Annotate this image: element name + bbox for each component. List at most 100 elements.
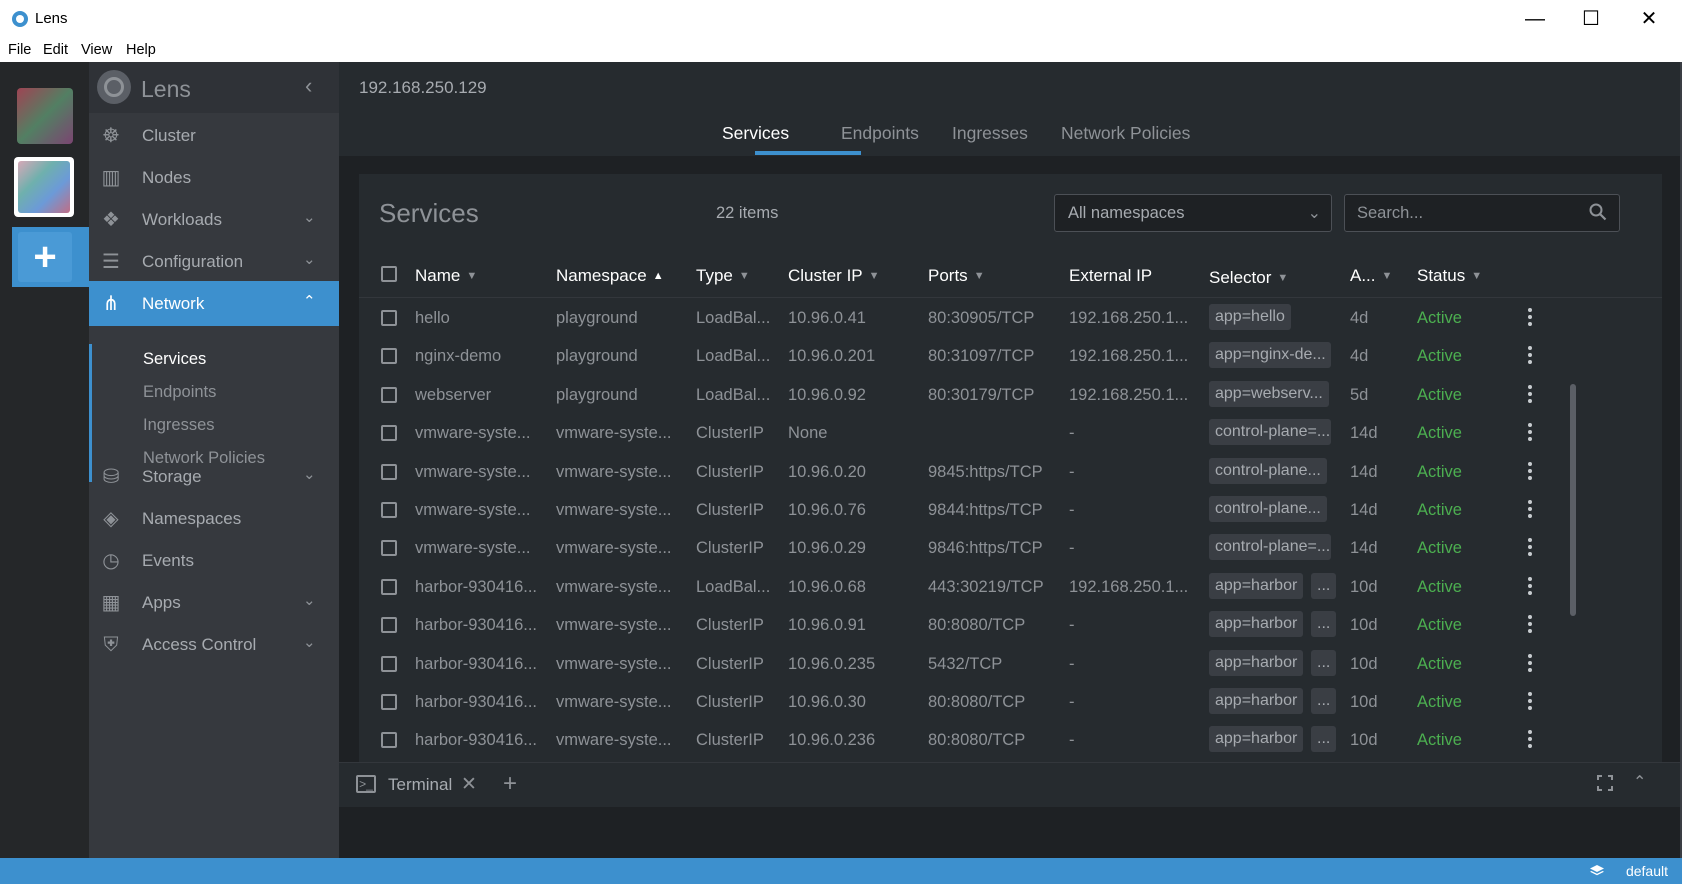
row-menu-icon[interactable] [1527,615,1533,635]
kube-context[interactable]: default [1626,863,1668,879]
row-checkbox[interactable] [381,694,397,710]
subnav-item-endpoints[interactable]: Endpoints [143,383,216,402]
sidebar-item-events[interactable]: ◷ Events [89,538,339,583]
row-checkbox[interactable] [381,655,397,672]
row-checkbox[interactable] [381,463,397,480]
subnav-item-network-policies[interactable]: Network Policies [143,449,265,468]
sidebar-item-configuration[interactable]: ☰ Configuration ⌄ [89,239,339,284]
search-input[interactable] [1345,195,1619,231]
chevron-down-icon[interactable]: ⌄ [303,633,316,651]
table-row[interactable]: harbor-930416... vmware-syste... ClusterIP… [359,720,1662,760]
chevron-down-icon[interactable]: ⌄ [303,250,316,268]
row-checkbox[interactable] [381,425,397,442]
active-tab-indicator [755,151,861,155]
row-checkbox[interactable] [381,732,397,749]
table-row[interactable]: hello playground LoadBal... 10.96.0.41 80:30… [359,298,1662,338]
row-checkbox[interactable] [381,578,397,595]
row-menu-icon[interactable] [1527,653,1533,674]
column-header-ports[interactable]: Ports ▼ [928,266,985,286]
column-header-age[interactable]: A... ▼ [1350,266,1392,286]
cell-ports: 9846:https/TCP [928,539,1043,558]
column-header-status[interactable]: Status ▼ [1417,266,1482,286]
subnav-item-ingresses[interactable]: Ingresses [143,416,215,435]
column-header-cluster-ip[interactable]: Cluster IP ▼ [788,266,880,286]
subnav-item-services[interactable]: Services [143,350,206,369]
selector-more-badge[interactable]: ... [1311,611,1337,638]
row-menu-icon[interactable] [1527,461,1533,482]
table-row[interactable]: vmware-syste... vmware-syste... ClusterIP N… [359,413,1662,453]
table-row[interactable]: harbor-930416... vmware-syste... ClusterIP… [359,682,1662,722]
row-checkbox[interactable] [381,310,397,326]
fullscreen-icon[interactable] [1597,775,1613,791]
row-menu-icon[interactable] [1527,346,1533,366]
table-row[interactable]: webserver playground LoadBal... 10.96.0.92 8… [359,375,1662,415]
row-menu-icon[interactable] [1527,730,1533,750]
table-row[interactable]: vmware-syste... vmware-syste... ClusterIP 1… [359,452,1662,492]
tab-services[interactable]: Services [722,123,789,144]
chevron-up-icon[interactable]: ⌃ [1633,772,1646,792]
table-row[interactable]: harbor-930416... vmware-syste... ClusterIP… [359,605,1662,645]
menu-edit[interactable]: Edit [43,42,68,58]
chevron-down-icon[interactable]: ⌄ [303,208,316,226]
row-checkbox[interactable] [381,386,397,403]
row-menu-icon[interactable] [1527,576,1533,597]
sidebar-item-namespaces[interactable]: ◈ Namespaces [89,496,339,541]
close-terminal-icon[interactable]: ✕ [461,773,477,796]
selector-more-badge[interactable]: ... [1311,688,1337,714]
row-menu-icon[interactable] [1527,538,1533,558]
row-menu-icon[interactable] [1527,308,1533,328]
row-menu-icon[interactable] [1527,500,1533,520]
column-header-type[interactable]: Type ▼ [696,266,750,286]
tab-ingresses[interactable]: Ingresses [952,123,1028,144]
namespace-select[interactable]: All namespaces ⌄ [1054,194,1332,232]
cluster-icon-active[interactable] [14,157,74,217]
menu-view[interactable]: View [81,42,112,58]
row-menu-icon[interactable] [1527,692,1533,712]
column-header-name[interactable]: Name ▼ [415,266,477,286]
table-row[interactable]: harbor-930416... vmware-syste... LoadBal..… [359,567,1662,607]
menu-file[interactable]: File [8,42,31,58]
sidebar-item-access-control[interactable]: ⛨ Access Control ⌄ [89,622,339,667]
sidebar-item-apps[interactable]: ▦ Apps ⌄ [89,580,339,625]
table-row[interactable]: vmware-syste... vmware-syste... ClusterIP 1… [359,528,1662,568]
cell-name: harbor-930416... [415,731,538,750]
row-checkbox[interactable] [381,348,397,365]
close-window-button[interactable]: ✕ [1626,4,1672,34]
layers-icon: ◈ [103,508,119,530]
row-menu-icon[interactable] [1527,384,1533,405]
column-header-external-ip[interactable]: External IP [1069,266,1152,286]
table-row[interactable]: nginx-demo playground LoadBal... 10.96.0.20… [359,336,1662,376]
table-scrollbar[interactable] [1570,384,1576,616]
add-cluster-button[interactable]: + [18,232,72,282]
column-label: Namespace [556,266,647,285]
row-checkbox[interactable] [381,540,397,557]
menu-help[interactable]: Help [126,42,156,58]
collapse-sidebar-icon[interactable]: ‹ [305,73,312,99]
chevron-down-icon[interactable]: ⌄ [303,591,316,609]
row-checkbox[interactable] [381,617,397,634]
sidebar-item-nodes[interactable]: ▥ Nodes [89,155,339,200]
maximize-button[interactable]: ☐ [1568,4,1614,34]
selector-more-badge[interactable]: ... [1311,649,1337,676]
row-checkbox[interactable] [381,502,397,518]
dot [1528,308,1532,312]
column-header-selector[interactable]: Selector ▼ [1209,268,1288,288]
table-row[interactable]: harbor-930416... vmware-syste... ClusterIP… [359,644,1662,684]
column-header-namespace[interactable]: Namespace ▲ [556,266,664,286]
tab-network-policies[interactable]: Network Policies [1061,123,1190,144]
cluster-icon-1[interactable] [17,88,73,144]
add-tab-icon[interactable]: + [503,770,517,798]
selector-more-badge[interactable]: ... [1311,572,1337,599]
sidebar-item-cluster[interactable]: ☸ Cluster [89,113,339,158]
select-all-checkbox[interactable] [381,266,397,282]
tab-endpoints[interactable]: Endpoints [841,123,919,144]
table-row[interactable]: vmware-syste... vmware-syste... ClusterIP 1… [359,490,1662,530]
sidebar-item-workloads[interactable]: ❖ Workloads ⌄ [89,197,339,242]
sidebar-item-network[interactable]: ⋔ Network ⌃ [89,281,339,326]
minimize-button[interactable]: — [1512,4,1558,34]
chevron-up-icon[interactable]: ⌃ [303,292,316,310]
terminal-tab[interactable]: Terminal [388,775,452,795]
selector-more-badge[interactable]: ... [1311,726,1337,753]
cell-status: Active [1417,654,1462,673]
row-menu-icon[interactable] [1527,423,1533,443]
